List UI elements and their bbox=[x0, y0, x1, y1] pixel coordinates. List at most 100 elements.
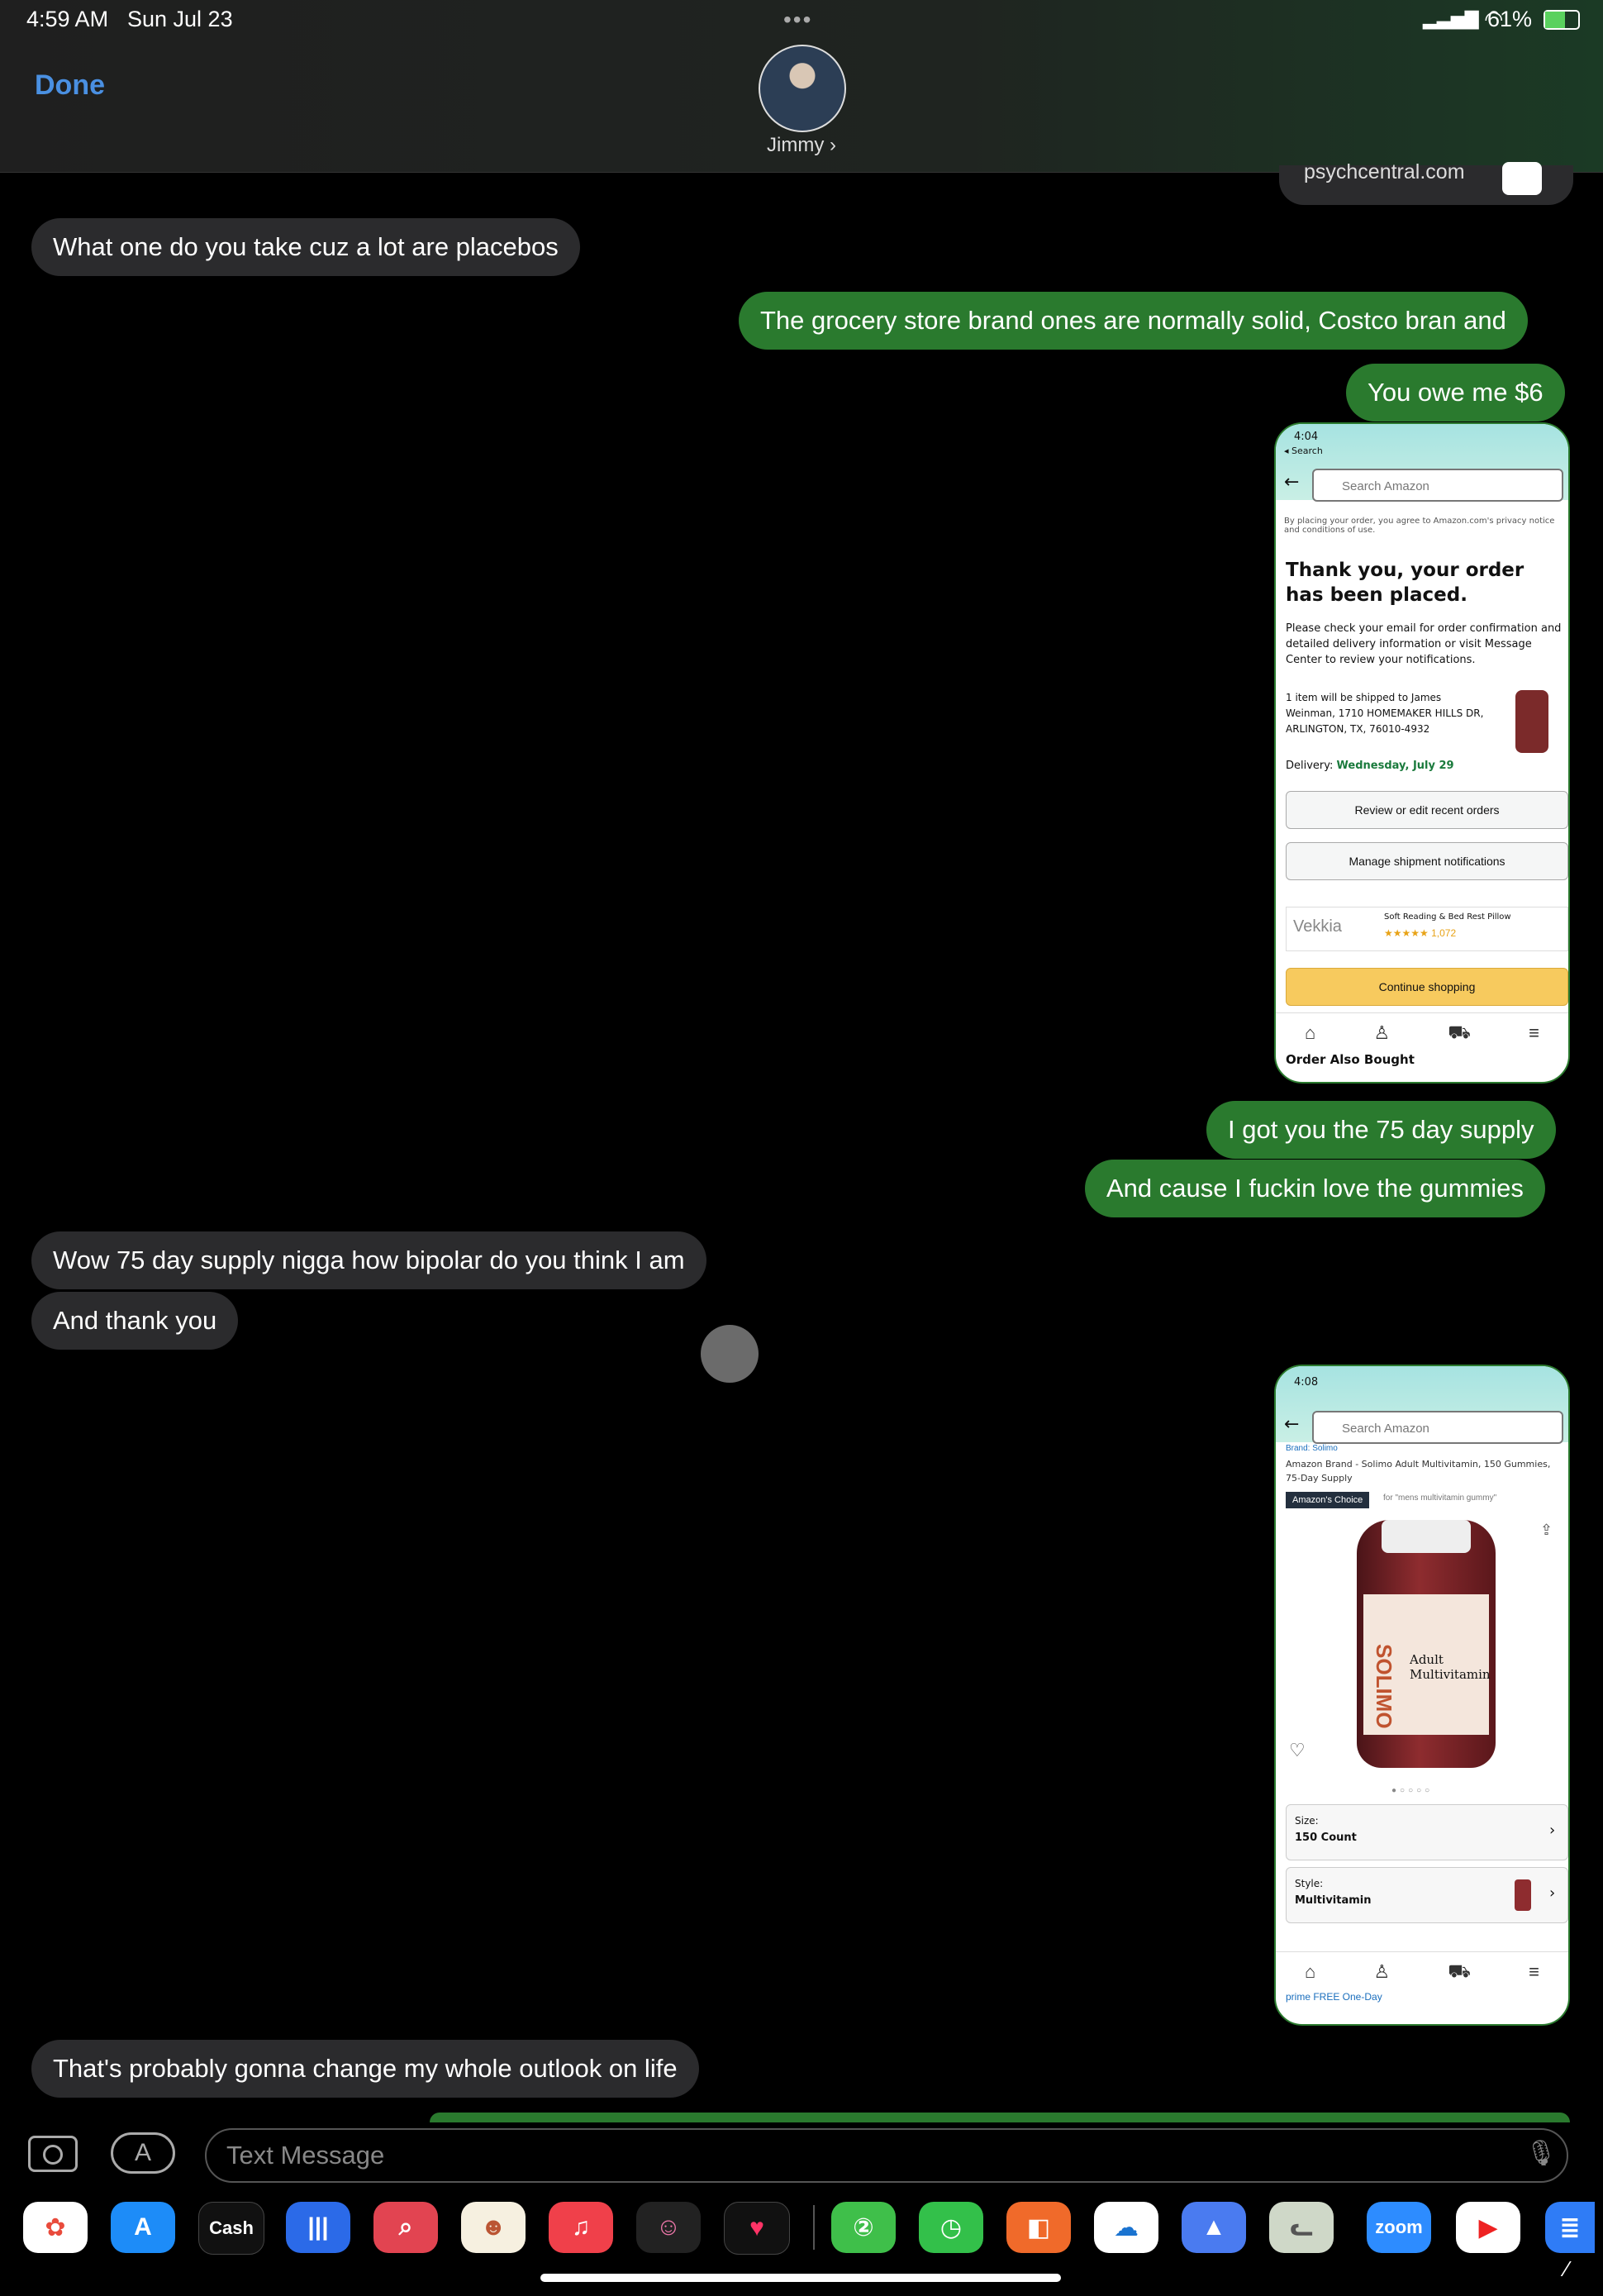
cart-icon: ⛟ bbox=[1448, 1960, 1471, 1981]
label-brand: SOLIMO bbox=[1372, 1644, 1396, 1729]
app-store-icon[interactable]: A bbox=[111, 2202, 175, 2253]
cash-label: Cash bbox=[209, 2217, 254, 2238]
review-orders-button: Review or edit recent orders bbox=[1286, 791, 1568, 829]
home-icon: ⌂ bbox=[1305, 1022, 1316, 1043]
contact-name[interactable]: Jimmy › bbox=[744, 134, 859, 157]
heart-icon: ♡ bbox=[1289, 1740, 1306, 1760]
messages-icon[interactable]: ② bbox=[831, 2202, 896, 2253]
home-indicator bbox=[540, 2274, 1061, 2282]
size-selector: Size: 150 Count › bbox=[1286, 1804, 1568, 1860]
image-attachment-product-page[interactable]: 4:08 ← Search Amazon Brand: Solimo Amazo… bbox=[1274, 1365, 1570, 2026]
back-arrow-icon: ← bbox=[1284, 472, 1300, 493]
ad-rating: ★★★★★ 1,072 bbox=[1384, 927, 1457, 939]
office-icon[interactable]: ◧ bbox=[1006, 2202, 1071, 2253]
size-value: 150 Count bbox=[1295, 1832, 1357, 1844]
pencil-icon[interactable]: ⁄ bbox=[1565, 2256, 1568, 2282]
style-value: Multivitamin bbox=[1295, 1894, 1372, 1907]
style-selector: Style: Multivitamin › bbox=[1286, 1867, 1568, 1923]
touch-indicator bbox=[701, 1325, 759, 1383]
product-thumbnail bbox=[1515, 690, 1548, 753]
voice-memos-icon[interactable]: ||| bbox=[286, 2202, 350, 2253]
pusheen-icon[interactable]: ᓚ bbox=[1269, 2202, 1334, 2253]
manage-shipment-button: Manage shipment notifications bbox=[1286, 842, 1568, 880]
more-dots-icon[interactable]: ••• bbox=[783, 7, 812, 33]
message-bubble-incoming[interactable]: Wow 75 day supply nigga how bipolar do y… bbox=[31, 1231, 706, 1289]
chevron-right-icon: › bbox=[830, 134, 836, 156]
amazon-tabbar: ⌂ ♙ ⛟ ≡ bbox=[1276, 1951, 1568, 1992]
menu-icon: ≡ bbox=[1529, 1961, 1539, 1982]
microphone-icon[interactable]: 🎙 bbox=[1525, 2139, 1557, 2168]
clock-icon[interactable]: ◷ bbox=[919, 2202, 983, 2253]
message-bubble-outgoing[interactable]: You owe me $6 bbox=[1346, 364, 1565, 422]
label-product: Adult Multivitamin bbox=[1410, 1652, 1491, 1682]
amazon-header: 4:08 ← Search Amazon bbox=[1276, 1366, 1568, 1444]
message-bubble-incoming[interactable]: That's probably gonna change my whole ou… bbox=[31, 2040, 699, 2098]
delivery-label: Delivery: bbox=[1286, 760, 1334, 772]
message-bubble-outgoing[interactable]: And cause I fuckin love the gummies bbox=[1085, 1160, 1545, 1217]
home-icon: ⌂ bbox=[1305, 1961, 1316, 1982]
photos-icon[interactable]: ✿ bbox=[23, 2202, 88, 2253]
youtube-icon[interactable]: ▶ bbox=[1456, 2202, 1520, 2253]
shipping-address: 1 item will be shipped to James Weinman,… bbox=[1286, 692, 1484, 735]
amazon-tabbar: ⌂ ♙ ⛟ ≡ bbox=[1276, 1012, 1568, 1053]
order-also-bought: Order Also Bought bbox=[1286, 1052, 1415, 1067]
game-icon[interactable]: ☻ bbox=[461, 2202, 526, 2253]
status-date: Sun Jul 23 bbox=[127, 7, 233, 31]
app-store-apps-icon[interactable]: A bbox=[111, 2132, 175, 2174]
bottle-cap bbox=[1382, 1520, 1471, 1553]
bottle-label: SOLIMO Adult Multivitamin bbox=[1363, 1594, 1491, 1735]
product-title: Amazon Brand - Solimo Adult Multivitamin… bbox=[1286, 1459, 1551, 1484]
sponsored-ad: Vekkia Soft Reading & Bed Rest Pillow ★★… bbox=[1286, 907, 1568, 951]
brand-link: Brand: Solimo bbox=[1286, 1444, 1338, 1453]
battery-percent: 61% bbox=[1487, 7, 1533, 31]
amazon-search-field: Search Amazon bbox=[1312, 1411, 1563, 1444]
continue-shopping-button: Continue shopping bbox=[1286, 968, 1568, 1006]
delivery-date: Wednesday, July 29 bbox=[1336, 760, 1454, 772]
account-icon: ♙ bbox=[1373, 1022, 1391, 1043]
onedrive-icon[interactable]: ☁ bbox=[1094, 2202, 1158, 2253]
message-bubble-incoming[interactable]: What one do you take cuz a lot are place… bbox=[31, 218, 580, 276]
link-preview[interactable]: psychcentral.com bbox=[1279, 160, 1573, 205]
style-label: Style: bbox=[1295, 1878, 1324, 1889]
camera-icon[interactable] bbox=[28, 2136, 78, 2172]
zoom-icon[interactable]: zoom bbox=[1367, 2202, 1431, 2253]
battery-icon bbox=[1544, 10, 1580, 30]
screenshot-time: 4:04 bbox=[1294, 431, 1319, 443]
image-attachment-order-confirmation[interactable]: 4:04 ◂ Search ← Search Amazon By placing… bbox=[1274, 422, 1570, 1084]
order-heading: Thank you, your order has been placed. bbox=[1286, 560, 1525, 606]
size-label: Size: bbox=[1295, 1815, 1319, 1827]
music-icon[interactable]: ♫ bbox=[549, 2202, 613, 2253]
order-body: Please check your email for order confir… bbox=[1286, 622, 1562, 666]
message-bubble-outgoing[interactable]: I got you the 75 day supply bbox=[1206, 1101, 1556, 1159]
contact-name-label: Jimmy bbox=[767, 134, 825, 156]
delivery-line: Delivery: Wednesday, July 29 bbox=[1286, 760, 1454, 772]
done-button[interactable]: Done bbox=[35, 69, 105, 102]
message-input[interactable]: Text Message bbox=[205, 2128, 1568, 2183]
message-bubble-incoming[interactable]: And thank you bbox=[31, 1292, 239, 1350]
screenshot-time: 4:08 bbox=[1294, 1376, 1319, 1389]
share-icon: ⇪ bbox=[1540, 1522, 1553, 1538]
menu-icon: ≡ bbox=[1529, 1022, 1539, 1043]
privacy-note: By placing your order, you agree to Amaz… bbox=[1284, 517, 1555, 535]
chevron-right-icon: › bbox=[1549, 1822, 1556, 1839]
compass-icon bbox=[1502, 162, 1542, 195]
ad-title: Soft Reading & Bed Rest Pillow bbox=[1384, 912, 1511, 922]
health-icon[interactable]: ♥ bbox=[724, 2202, 790, 2255]
amazon-header: 4:04 ◂ Search ← Search Amazon bbox=[1276, 424, 1568, 502]
search-icon[interactable]: ⌕ bbox=[373, 2202, 438, 2253]
link-domain: psychcentral.com bbox=[1304, 160, 1465, 183]
dropbox-icon[interactable]: ▲ bbox=[1182, 2202, 1246, 2253]
chevron-right-icon: › bbox=[1549, 1884, 1556, 1902]
zoom-label: zoom bbox=[1375, 2217, 1423, 2237]
files-icon[interactable]: ≣ bbox=[1545, 2202, 1595, 2253]
account-icon: ♙ bbox=[1373, 1961, 1391, 1982]
cash-app-icon[interactable]: Cash bbox=[198, 2202, 264, 2255]
status-time: 4:59 AM bbox=[26, 7, 109, 31]
product-image: SOLIMO Adult Multivitamin bbox=[1357, 1520, 1496, 1768]
dock-divider bbox=[813, 2205, 815, 2250]
memoji-icon[interactable]: ☺ bbox=[636, 2202, 701, 2253]
amazons-choice-badge: Amazon's Choice bbox=[1286, 1492, 1370, 1508]
avatar[interactable] bbox=[759, 45, 846, 132]
message-bubble-outgoing[interactable]: The grocery store brand ones are normall… bbox=[739, 292, 1528, 350]
cart-icon: ⛟ bbox=[1448, 1021, 1471, 1042]
